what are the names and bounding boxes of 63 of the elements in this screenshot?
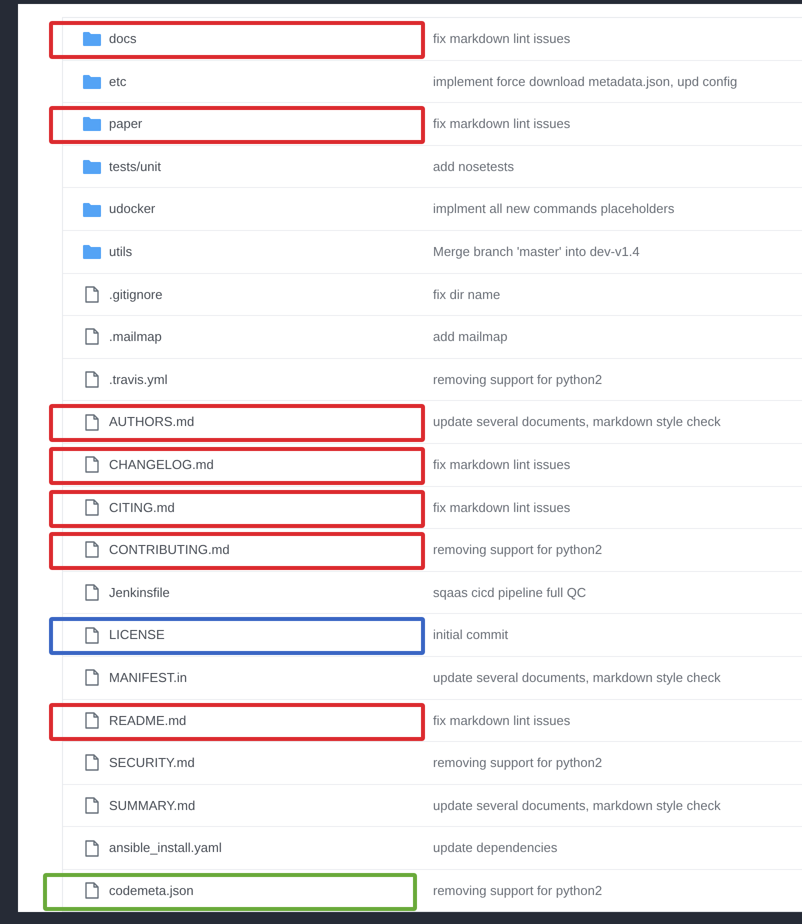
file-name-link[interactable]: .travis.yml <box>109 370 168 390</box>
commit-message[interactable]: Merge branch 'master' into dev-v1.4 <box>433 242 640 262</box>
commit-message[interactable]: fix markdown lint issues <box>433 498 570 518</box>
file-name-link[interactable]: .mailmap <box>109 327 162 347</box>
file-icon <box>85 882 99 900</box>
file-icon <box>85 414 99 431</box>
folder-icon <box>83 74 101 89</box>
commit-message[interactable]: fix dir name <box>433 284 500 304</box>
file-name-link[interactable]: README.md <box>109 710 186 730</box>
file-icon <box>85 541 99 558</box>
commit-message[interactable]: fix markdown lint issues <box>433 29 570 49</box>
file-name-link[interactable]: .gitignore <box>109 284 162 304</box>
commit-message[interactable]: add nosetests <box>433 156 514 176</box>
file-icon <box>85 328 99 346</box>
file-icon <box>85 456 99 474</box>
folder-icon <box>83 244 101 260</box>
commit-message[interactable]: update dependencies <box>433 838 558 858</box>
commit-message[interactable]: implement force download metadata.json, upd config <box>433 72 738 92</box>
folder-icon <box>83 159 101 174</box>
file-name-link[interactable]: tests/unit <box>109 156 162 176</box>
file-icon <box>85 286 99 303</box>
file-icon <box>85 584 99 602</box>
file-icon <box>85 498 99 516</box>
file-icon <box>85 371 99 388</box>
file-name-link[interactable]: CITING.md <box>109 498 175 518</box>
folder-icon <box>83 31 101 46</box>
folder-icon <box>83 116 101 132</box>
commit-message[interactable]: sqaas cicd pipeline full QC <box>433 582 586 602</box>
file-name-link[interactable]: LICENSE <box>109 625 165 645</box>
commit-message[interactable]: add mailmap <box>433 327 508 347</box>
file-icon <box>85 840 99 857</box>
commit-message[interactable]: fix markdown lint issues <box>433 114 570 134</box>
commit-message[interactable]: removing support for python2 <box>433 753 602 773</box>
file-name-link[interactable]: docs <box>109 29 136 49</box>
file-icon <box>85 754 99 772</box>
file-name-link[interactable]: codemeta.json <box>109 880 194 900</box>
file-name-link[interactable]: MANIFEST.in <box>109 668 188 688</box>
commit-message[interactable]: update several documents, markdown style check <box>433 668 721 688</box>
commit-message[interactable]: update several documents, markdown style check <box>433 796 721 816</box>
file-name-link[interactable]: AUTHORS.md <box>109 412 194 432</box>
commit-message[interactable]: removing support for python2 <box>433 370 602 390</box>
file-name-link[interactable]: SECURITY.md <box>109 753 195 773</box>
file-name-link[interactable]: CHANGELOG.md <box>109 454 214 474</box>
file-icon <box>85 796 99 814</box>
commit-message[interactable]: removing support for python2 <box>433 880 602 900</box>
file-icon <box>85 712 99 729</box>
commit-message[interactable]: fix markdown lint issues <box>433 454 570 474</box>
file-name-link[interactable]: SUMMARY.md <box>109 796 196 816</box>
commit-message[interactable]: implment all new commands placeholders <box>433 199 674 219</box>
file-name-link[interactable]: ansible_install.yaml <box>109 838 222 858</box>
folder-icon <box>83 202 101 217</box>
file-icon <box>85 669 99 686</box>
file-name-link[interactable]: etc <box>109 72 126 92</box>
commit-message[interactable]: initial commit <box>433 625 508 645</box>
file-name-link[interactable]: Jenkinsfile <box>109 582 170 602</box>
file-name-link[interactable]: CONTRIBUTING.md <box>109 540 230 560</box>
file-icon <box>85 626 99 644</box>
file-name-link[interactable]: udocker <box>109 199 156 219</box>
file-name-link[interactable]: paper <box>109 114 142 134</box>
commit-message[interactable]: removing support for python2 <box>433 540 602 560</box>
commit-message[interactable]: update several documents, markdown style check <box>433 412 721 432</box>
commit-message[interactable]: fix markdown lint issues <box>433 710 570 730</box>
file-name-link[interactable]: utils <box>109 242 132 262</box>
